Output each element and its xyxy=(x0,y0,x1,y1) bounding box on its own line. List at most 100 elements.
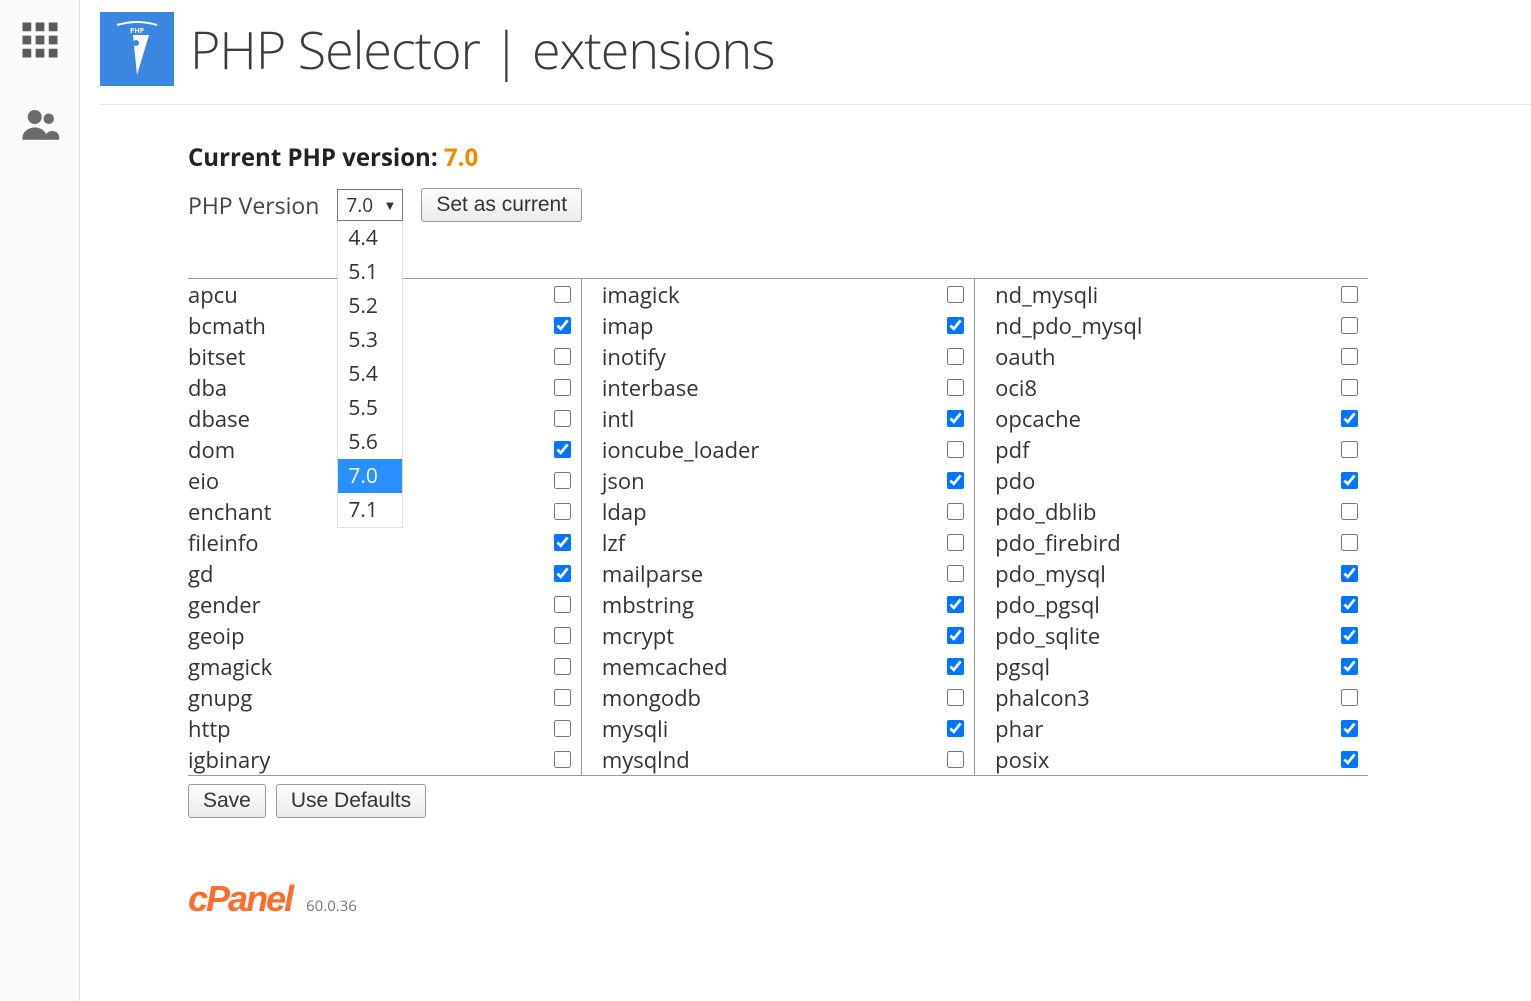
extension-row: pdo_sqlite xyxy=(995,620,1358,651)
extension-checkbox[interactable] xyxy=(554,565,571,582)
extension-checkbox[interactable] xyxy=(554,689,571,706)
extension-row: ldap xyxy=(602,496,964,527)
set-as-current-button[interactable]: Set as current xyxy=(421,188,582,222)
extension-label: gender xyxy=(188,590,261,620)
extension-checkbox[interactable] xyxy=(947,379,964,396)
extension-row: pgsql xyxy=(995,651,1358,682)
extension-row: igbinary xyxy=(188,744,571,775)
users-icon[interactable] xyxy=(18,102,62,146)
extension-label: mysqlnd xyxy=(602,745,690,775)
extension-checkbox[interactable] xyxy=(947,689,964,706)
extension-checkbox[interactable] xyxy=(554,348,571,365)
extension-checkbox[interactable] xyxy=(947,472,964,489)
extension-label: ldap xyxy=(602,497,647,527)
extension-checkbox[interactable] xyxy=(947,565,964,582)
extension-checkbox[interactable] xyxy=(1341,472,1358,489)
php-version-option[interactable]: 5.6 xyxy=(338,425,402,459)
icon-sidebar xyxy=(0,0,80,1001)
chevron-down-icon: ▼ xyxy=(383,196,396,214)
extension-checkbox[interactable] xyxy=(947,751,964,768)
extension-checkbox[interactable] xyxy=(554,658,571,675)
extension-checkbox[interactable] xyxy=(554,317,571,334)
extension-checkbox[interactable] xyxy=(1341,596,1358,613)
extension-row: interbase xyxy=(602,372,964,403)
extension-label: dbase xyxy=(188,404,250,434)
extension-label: pdo_mysql xyxy=(995,559,1106,589)
extension-checkbox[interactable] xyxy=(947,503,964,520)
extension-checkbox[interactable] xyxy=(554,720,571,737)
extension-checkbox[interactable] xyxy=(554,441,571,458)
php-version-option[interactable]: 4.4 xyxy=(338,221,402,255)
php-version-option[interactable]: 7.1 xyxy=(338,493,402,527)
extension-checkbox[interactable] xyxy=(554,751,571,768)
extension-checkbox[interactable] xyxy=(1341,534,1358,551)
extension-label: pdf xyxy=(995,435,1029,465)
extension-checkbox[interactable] xyxy=(1341,565,1358,582)
extension-label: mongodb xyxy=(602,683,701,713)
extension-row: nd_pdo_mysql xyxy=(995,310,1358,341)
php-version-option[interactable]: 5.1 xyxy=(338,255,402,289)
extension-label: pdo_firebird xyxy=(995,528,1121,558)
extension-checkbox[interactable] xyxy=(554,596,571,613)
extension-label: phalcon3 xyxy=(995,683,1090,713)
extension-checkbox[interactable] xyxy=(554,286,571,303)
extension-label: oci8 xyxy=(995,373,1037,403)
use-defaults-button[interactable]: Use Defaults xyxy=(276,784,426,818)
php-version-option[interactable]: 7.0 xyxy=(338,459,402,493)
extension-row: json xyxy=(602,465,964,496)
extension-row: mailparse xyxy=(602,558,964,589)
extension-checkbox[interactable] xyxy=(947,720,964,737)
extension-label: inotify xyxy=(602,342,666,372)
extension-checkbox[interactable] xyxy=(554,627,571,644)
extension-row: intl xyxy=(602,403,964,434)
php-version-select[interactable]: 7.0 ▼ 4.45.15.25.35.45.55.67.07.1 xyxy=(337,189,403,221)
extension-row: ioncube_loader xyxy=(602,434,964,465)
extension-row: mcrypt xyxy=(602,620,964,651)
extension-checkbox[interactable] xyxy=(554,534,571,551)
extension-row: mysqli xyxy=(602,713,964,744)
extension-label: gd xyxy=(188,559,213,589)
extension-checkbox[interactable] xyxy=(1341,348,1358,365)
extension-checkbox[interactable] xyxy=(947,658,964,675)
extension-row: gender xyxy=(188,589,571,620)
php-selector-icon: PHP xyxy=(100,12,174,86)
extension-checkbox[interactable] xyxy=(947,441,964,458)
extension-checkbox[interactable] xyxy=(947,627,964,644)
extension-checkbox[interactable] xyxy=(554,379,571,396)
extension-checkbox[interactable] xyxy=(1341,286,1358,303)
php-version-select-display[interactable]: 7.0 ▼ xyxy=(337,189,403,221)
php-version-option[interactable]: 5.4 xyxy=(338,357,402,391)
extension-row: pdo_dblib xyxy=(995,496,1358,527)
extension-checkbox[interactable] xyxy=(554,410,571,427)
extension-row: imap xyxy=(602,310,964,341)
extension-checkbox[interactable] xyxy=(1341,751,1358,768)
extension-checkbox[interactable] xyxy=(947,348,964,365)
extension-checkbox[interactable] xyxy=(1341,503,1358,520)
extension-checkbox[interactable] xyxy=(554,472,571,489)
extension-label: pdo_dblib xyxy=(995,497,1096,527)
extension-label: geoip xyxy=(188,621,245,651)
save-button[interactable]: Save xyxy=(188,784,266,818)
extension-checkbox[interactable] xyxy=(1341,317,1358,334)
extension-checkbox[interactable] xyxy=(947,596,964,613)
extension-checkbox[interactable] xyxy=(554,503,571,520)
php-version-option[interactable]: 5.3 xyxy=(338,323,402,357)
extension-checkbox[interactable] xyxy=(947,286,964,303)
extension-checkbox[interactable] xyxy=(947,410,964,427)
extension-checkbox[interactable] xyxy=(1341,658,1358,675)
extension-label: pdo xyxy=(995,466,1035,496)
extension-row: gmagick xyxy=(188,651,571,682)
extension-checkbox[interactable] xyxy=(1341,379,1358,396)
extension-checkbox[interactable] xyxy=(1341,441,1358,458)
php-version-option[interactable]: 5.2 xyxy=(338,289,402,323)
extension-checkbox[interactable] xyxy=(1341,689,1358,706)
apps-grid-icon[interactable] xyxy=(18,18,62,62)
extension-checkbox[interactable] xyxy=(1341,410,1358,427)
extension-checkbox[interactable] xyxy=(1341,720,1358,737)
extension-row: posix xyxy=(995,744,1358,775)
extension-checkbox[interactable] xyxy=(1341,627,1358,644)
action-buttons: Save Use Defaults xyxy=(188,784,1480,818)
extension-checkbox[interactable] xyxy=(947,317,964,334)
extension-checkbox[interactable] xyxy=(947,534,964,551)
php-version-option[interactable]: 5.5 xyxy=(338,391,402,425)
